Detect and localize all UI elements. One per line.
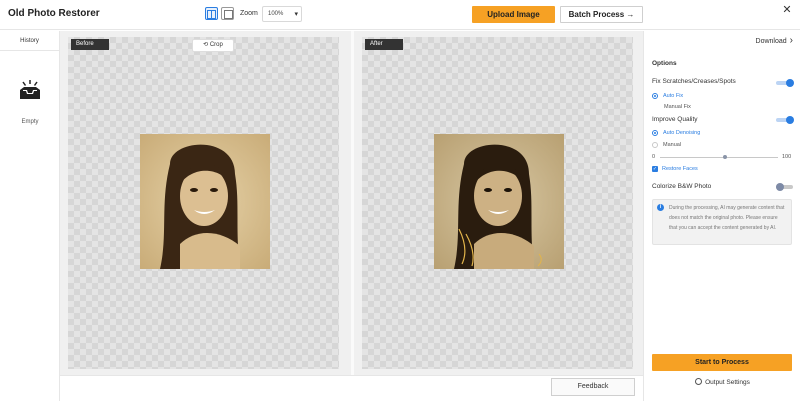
zoom-label: Zoom bbox=[240, 10, 258, 17]
radio-manual-fix[interactable]: Manual Fix bbox=[664, 104, 691, 110]
app-title: Old Photo Restorer bbox=[8, 8, 100, 19]
chevron-right-icon: › bbox=[789, 35, 793, 46]
restored-photo bbox=[434, 134, 564, 269]
after-label: After bbox=[365, 39, 403, 50]
upload-image-button[interactable]: Upload Image bbox=[472, 6, 555, 23]
start-process-button[interactable]: Start to Process bbox=[652, 354, 792, 371]
download-button[interactable]: Download › bbox=[755, 35, 793, 46]
history-empty-label: Empty bbox=[21, 119, 39, 125]
denoise-slider[interactable] bbox=[660, 155, 778, 159]
restore-faces-label: Restore Faces bbox=[662, 166, 698, 172]
colorize-label: Colorize B&W Photo bbox=[652, 183, 712, 190]
radio-auto-denoising[interactable]: Auto Denoising bbox=[652, 130, 700, 136]
options-panel: Download › Options Fix Scratches/Creases… bbox=[643, 31, 800, 401]
options-title: Options bbox=[652, 60, 677, 67]
output-settings-button[interactable]: Output Settings bbox=[644, 378, 800, 386]
view-mode-toggle bbox=[205, 7, 234, 20]
history-sidebar: History Empty bbox=[0, 31, 60, 401]
crop-label: Crop bbox=[209, 42, 223, 48]
image-workspace: Before ⟲ Crop After bbox=[60, 31, 643, 375]
caret-down-icon: ▾ bbox=[294, 11, 298, 18]
after-panel: After bbox=[362, 37, 633, 369]
crop-button[interactable]: ⟲ Crop bbox=[192, 39, 234, 52]
info-icon: i bbox=[657, 204, 664, 211]
feedback-button[interactable]: Feedback bbox=[551, 378, 635, 396]
download-label: Download bbox=[755, 37, 787, 45]
fix-scratches-toggle[interactable] bbox=[776, 79, 794, 87]
improve-quality-toggle[interactable] bbox=[776, 116, 794, 124]
ai-notice: i During the processing, AI may generate… bbox=[652, 199, 792, 245]
compare-divider[interactable] bbox=[351, 31, 354, 375]
manual-denoising-label: Manual bbox=[663, 142, 682, 148]
crop-icon: ⟲ bbox=[203, 42, 209, 48]
slider-handle[interactable] bbox=[722, 155, 727, 159]
restore-faces-checkbox[interactable]: ✓ Restore Faces bbox=[652, 166, 698, 172]
auto-denoising-label: Auto Denoising bbox=[663, 130, 701, 136]
auto-fix-label: Auto Fix bbox=[663, 93, 684, 99]
checkmark-icon: ✓ bbox=[652, 166, 658, 172]
fix-scratches-label: Fix Scratches/Creases/Spots bbox=[652, 78, 736, 85]
split-view-icon[interactable] bbox=[205, 7, 218, 20]
bottom-bar: Feedback bbox=[60, 375, 643, 401]
slider-min-label: 0 bbox=[652, 154, 656, 160]
before-panel: Before ⟲ Crop bbox=[68, 37, 339, 369]
original-photo bbox=[140, 134, 270, 269]
batch-process-button[interactable]: Batch Process → bbox=[560, 6, 643, 23]
empty-tray-icon bbox=[20, 80, 40, 99]
gear-icon bbox=[695, 378, 703, 385]
before-label: Before bbox=[71, 39, 109, 50]
zoom-value: 100% bbox=[268, 11, 284, 17]
slider-max-label: 100 bbox=[782, 154, 792, 160]
colorize-toggle[interactable] bbox=[776, 183, 793, 191]
radio-auto-fix[interactable]: Auto Fix bbox=[652, 93, 683, 99]
ai-notice-text: During the processing, AI may generate c… bbox=[669, 205, 785, 231]
output-settings-label: Output Settings bbox=[705, 379, 750, 386]
manual-fix-label: Manual Fix bbox=[664, 104, 691, 110]
top-bar: Old Photo Restorer Zoom 100% ▾ Upload Im… bbox=[0, 0, 800, 30]
history-tab[interactable]: History bbox=[0, 31, 59, 51]
single-view-icon[interactable] bbox=[221, 7, 234, 20]
improve-quality-label: Improve Quality bbox=[652, 116, 698, 123]
radio-manual-denoising[interactable]: Manual bbox=[652, 142, 681, 148]
zoom-select[interactable]: 100% ▾ bbox=[262, 6, 302, 22]
close-icon[interactable]: ✕ bbox=[781, 4, 793, 16]
